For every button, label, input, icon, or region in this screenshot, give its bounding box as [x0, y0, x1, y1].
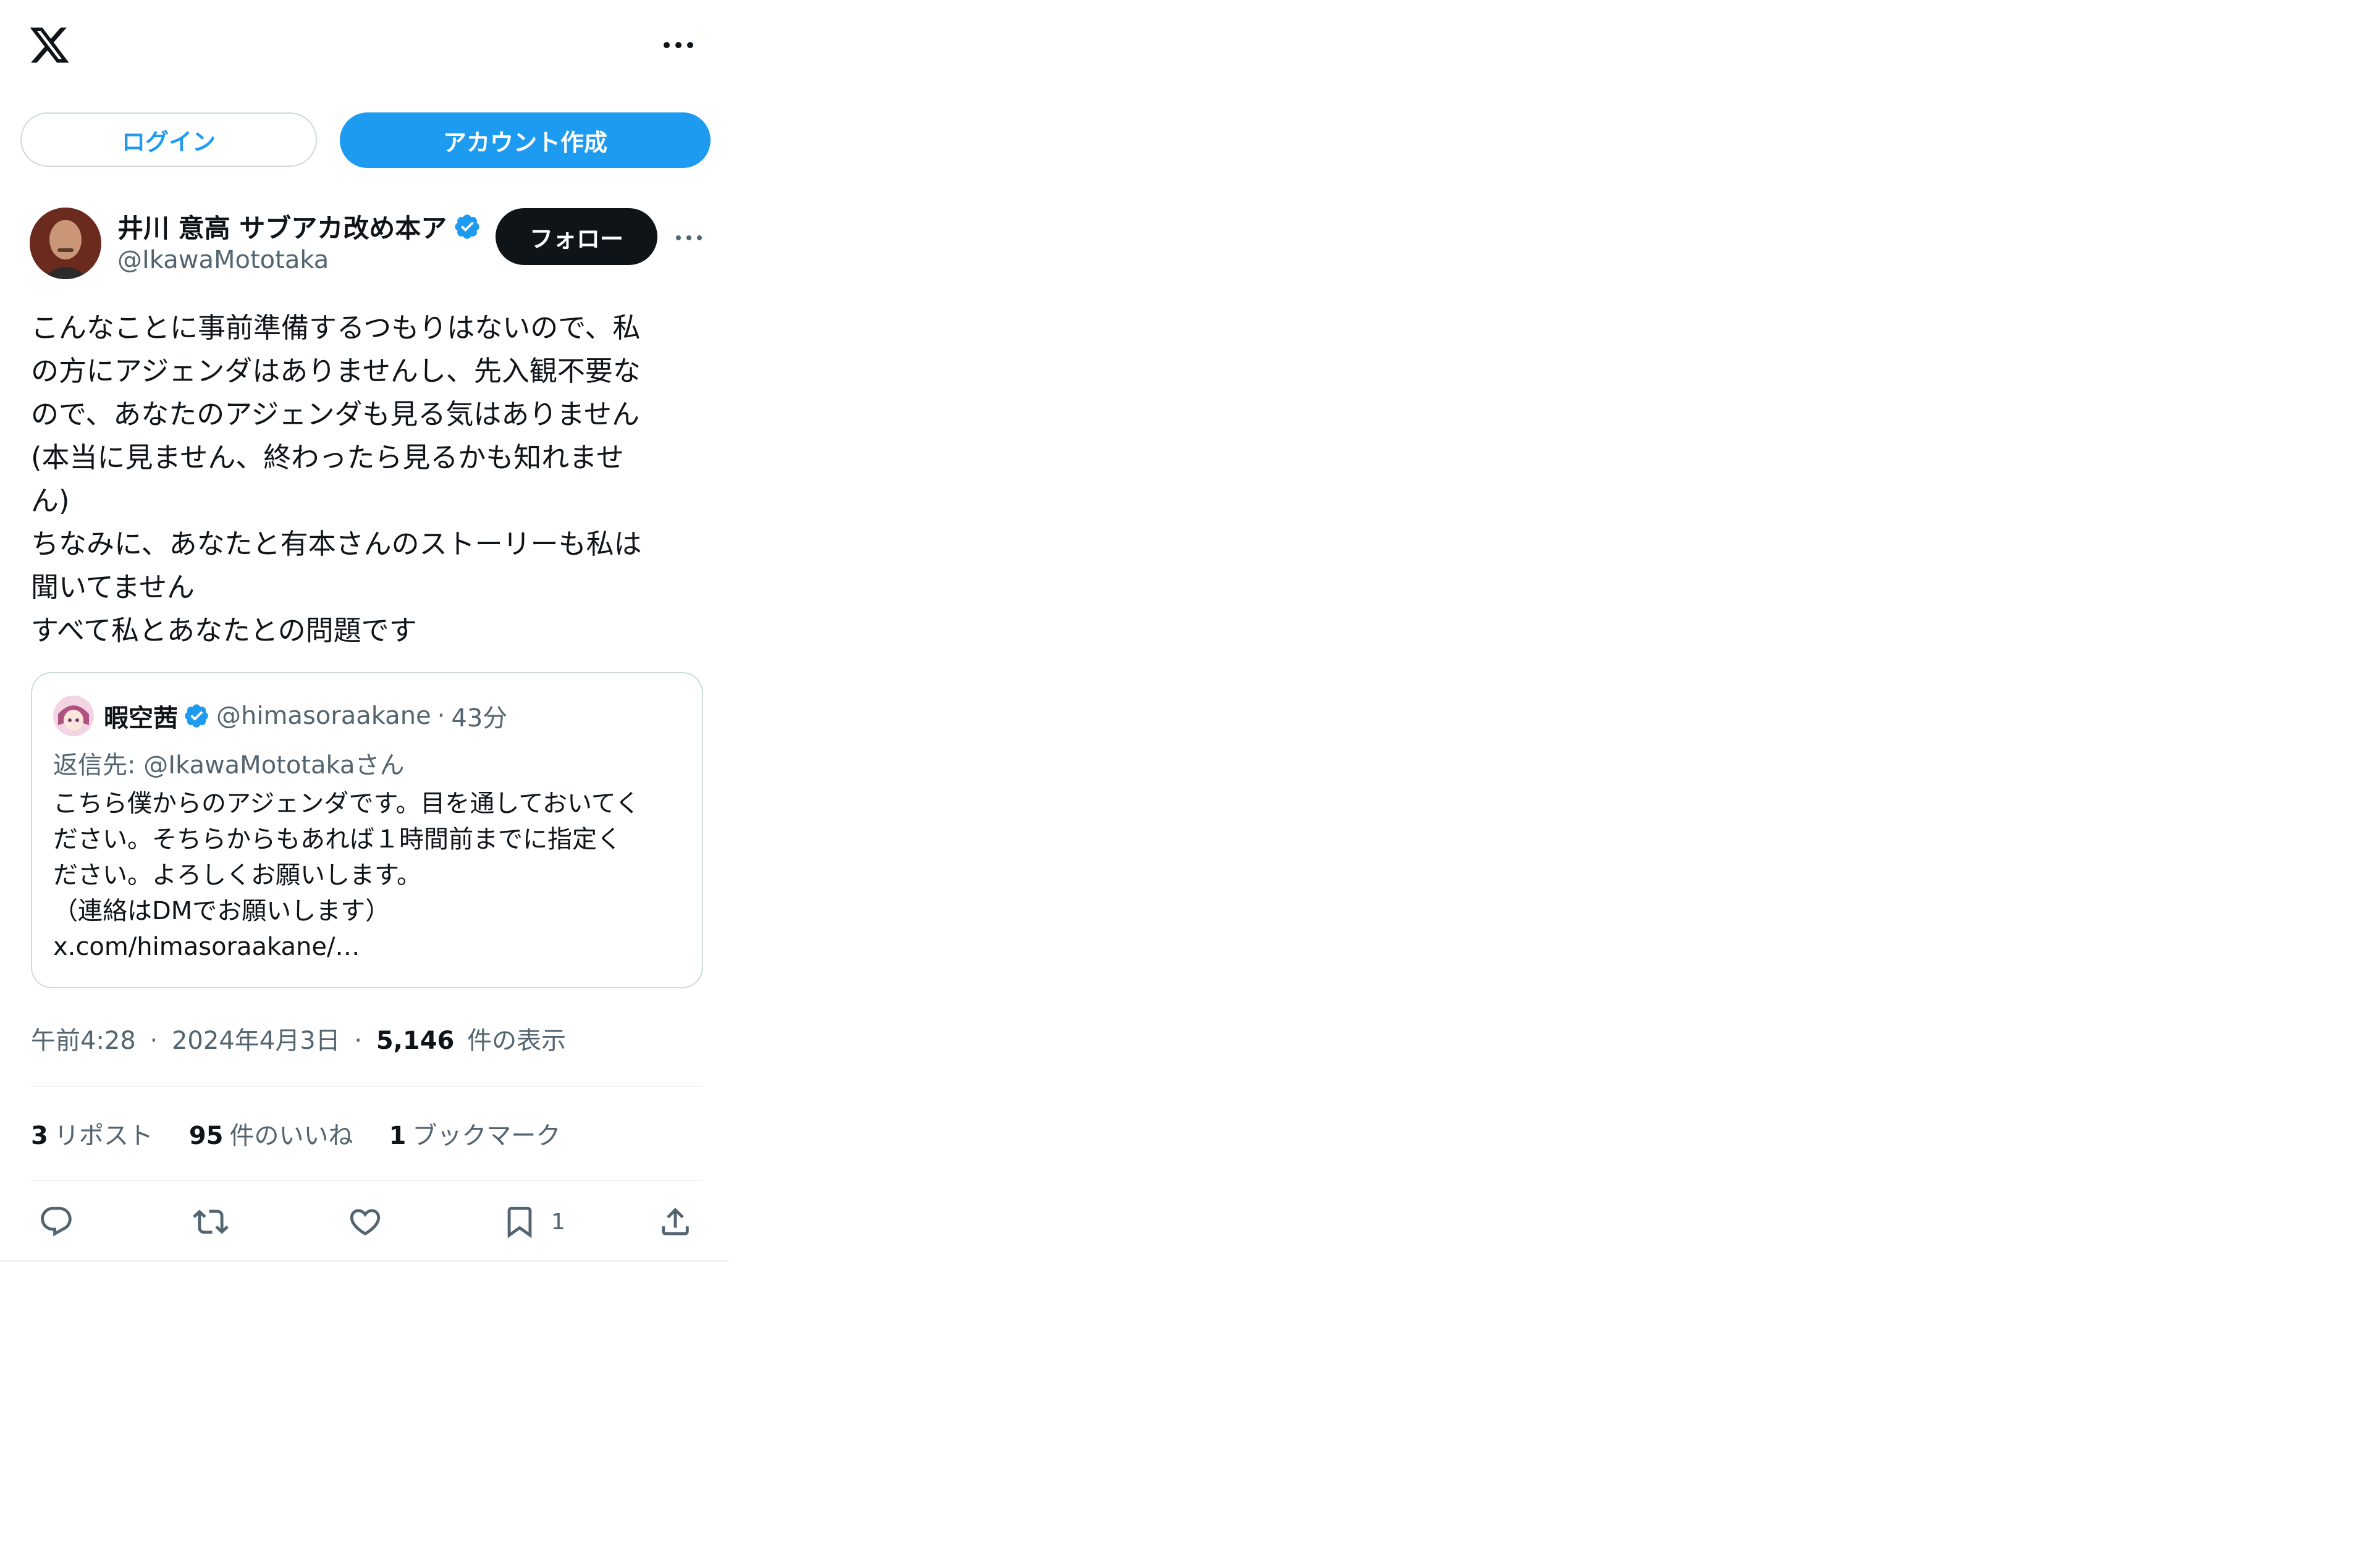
share-icon	[662, 1208, 689, 1235]
tweet-date[interactable]: 2024年4月3日	[172, 1027, 340, 1055]
views-label: 件の表示	[467, 1027, 567, 1055]
bookmarks-count: 1	[389, 1122, 407, 1150]
like-button[interactable]	[347, 1203, 383, 1240]
verified-badge-icon	[455, 214, 479, 239]
likes-stat[interactable]: 95 件のいいね	[189, 1116, 353, 1151]
reply-button[interactable]	[38, 1203, 74, 1240]
likes-label: 件のいいね	[229, 1122, 353, 1150]
divider	[31, 1086, 703, 1087]
quoted-author-avatar[interactable]	[53, 696, 94, 736]
separator-dot: ·	[354, 1027, 363, 1055]
separator-dot: ·	[150, 1027, 158, 1055]
reposts-count: 3	[31, 1122, 48, 1150]
tweet-text: こんなことに事前準備するつもりはないので、私 の方にアジェンダはありませんし、先…	[31, 311, 642, 647]
reposts-stat[interactable]: 3 リポスト	[31, 1116, 153, 1151]
views-count: 5,146	[376, 1027, 455, 1055]
page: ログイン アカウント作成 井川 意高 サブアカ改め本ア @IkawaMotota…	[0, 0, 2380, 1564]
likes-count: 95	[188, 1122, 224, 1150]
like-icon	[350, 1209, 381, 1236]
share-button[interactable]	[657, 1203, 693, 1240]
quoted-reply-to: 返信先: @IkawaMototakaさん	[53, 751, 405, 780]
author-handle[interactable]: @IkawaMototaka	[117, 246, 329, 274]
separator-dot: ·	[437, 702, 445, 730]
tweet-meta: 午前4:28 · 2024年4月3日 · 5,146 件の表示	[31, 1020, 566, 1056]
tweet-panel: ログイン アカウント作成 井川 意高 サブアカ改め本ア @IkawaMotota…	[0, 0, 729, 1262]
author-avatar[interactable]	[30, 208, 101, 279]
quoted-tweet[interactable]: 暇空茜 @himasoraakane · 43分 返信先: @IkawaMoto…	[31, 672, 703, 988]
bookmark-count: 1	[551, 1209, 565, 1235]
quoted-author-name[interactable]: 暇空茜	[104, 698, 178, 734]
bookmarks-stat[interactable]: 1 ブックマーク	[389, 1116, 561, 1151]
reply-icon	[41, 1206, 72, 1237]
repost-icon	[193, 1209, 229, 1234]
engagement-stats: 3 リポスト 95 件のいいね 1 ブックマーク	[31, 1116, 560, 1151]
more-horizontal-icon[interactable]	[660, 36, 697, 54]
reposts-label: リポスト	[54, 1122, 153, 1150]
repost-button[interactable]	[193, 1203, 229, 1240]
bookmarks-label: ブックマーク	[412, 1122, 561, 1150]
follow-button[interactable]: フォロー	[496, 208, 657, 265]
divider	[31, 1180, 703, 1181]
verified-badge-icon	[185, 704, 208, 728]
quoted-timestamp[interactable]: 43分	[451, 698, 507, 734]
create-account-button[interactable]: アカウント作成	[340, 112, 711, 168]
x-logo-icon[interactable]	[28, 23, 71, 67]
login-button[interactable]: ログイン	[20, 112, 317, 167]
tweet-more-icon[interactable]	[670, 229, 707, 247]
author-name[interactable]: 井川 意高 サブアカ改め本ア	[117, 208, 481, 245]
author-name-text[interactable]: 井川 意高 サブアカ改め本ア	[117, 208, 447, 245]
quoted-author-handle[interactable]: @himasoraakane	[216, 702, 431, 730]
quoted-header: 暇空茜 @himasoraakane · 43分	[104, 698, 507, 734]
bookmark-button[interactable]: 1	[502, 1203, 565, 1240]
bookmark-icon	[507, 1206, 532, 1238]
quoted-text: こちら僕からのアジェンダです。目を通しておいてく ださい。そちらからもあれば１時…	[53, 789, 640, 961]
tweet-time[interactable]: 午前4:28	[31, 1027, 136, 1055]
